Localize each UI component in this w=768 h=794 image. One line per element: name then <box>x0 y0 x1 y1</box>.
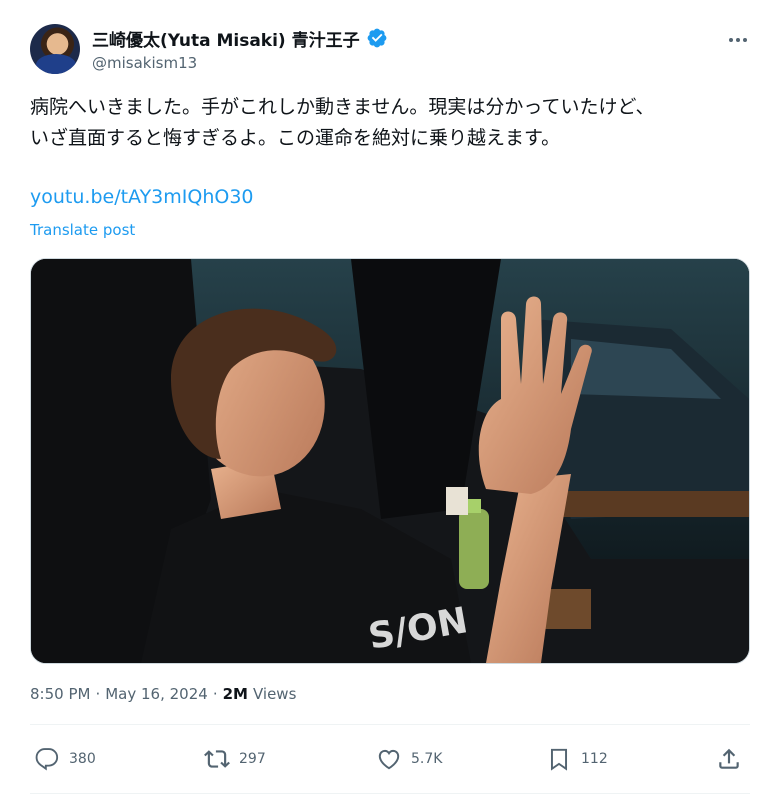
bookmark-icon <box>550 748 568 771</box>
repost-icon <box>204 750 230 768</box>
like-icon <box>378 749 400 770</box>
share-icon <box>719 748 739 769</box>
bookmark-button[interactable]: 112 <box>546 746 608 772</box>
photo-illustration: S/ON <box>31 259 749 663</box>
post-header: 三崎優太(Yuta Misaki) 青汁王子 @misakism13 <box>30 24 750 78</box>
views-label: Views <box>252 685 297 703</box>
post-text: 病院へいきました。手がこれしか動きません。現実は分かっていたけど、 いざ直面する… <box>30 96 655 149</box>
share-button[interactable] <box>716 746 742 772</box>
handle[interactable]: @misakism13 <box>92 54 388 72</box>
display-name-row: 三崎優太(Yuta Misaki) 青汁王子 <box>92 26 388 51</box>
post-meta: 8:50 PM · May 16, 2024 · 2M Views <box>30 685 296 703</box>
post-date[interactable]: May 16, 2024 <box>105 685 208 703</box>
action-bar: 380 297 5.7K 112 <box>30 746 742 778</box>
verified-badge-icon <box>367 28 387 48</box>
post-link[interactable]: youtu.be/tAY3mIQhO30 <box>30 186 254 208</box>
author-names: 三崎優太(Yuta Misaki) 青汁王子 @misakism13 <box>92 26 388 72</box>
avatar[interactable] <box>30 24 80 74</box>
divider <box>30 724 750 725</box>
display-name[interactable]: 三崎優太(Yuta Misaki) 青汁王子 <box>92 26 360 51</box>
views-count: 2M <box>222 685 248 703</box>
repost-count: 297 <box>239 751 266 767</box>
like-button[interactable]: 5.7K <box>376 746 442 772</box>
reply-count: 380 <box>69 751 96 767</box>
post-media-photo[interactable]: S/ON <box>30 258 750 664</box>
reply-button[interactable]: 380 <box>34 746 96 772</box>
translate-post-link[interactable]: Translate post <box>30 221 135 239</box>
bookmark-count: 112 <box>581 751 608 767</box>
meta-separator: · <box>212 685 218 703</box>
more-icon[interactable] <box>726 30 750 50</box>
like-count: 5.7K <box>411 751 443 767</box>
reply-icon <box>35 748 59 771</box>
repost-button[interactable]: 297 <box>204 746 266 772</box>
post-time[interactable]: 8:50 PM <box>30 685 90 703</box>
meta-separator: · <box>95 685 101 703</box>
